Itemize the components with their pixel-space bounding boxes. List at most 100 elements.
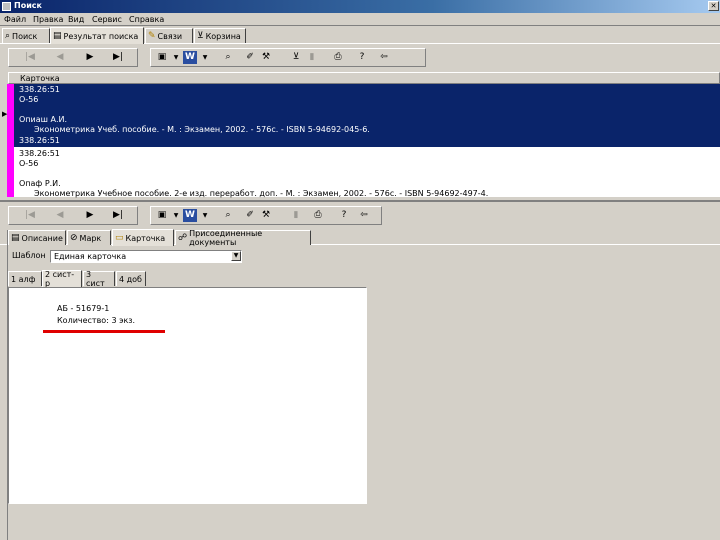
prev-record-icon[interactable]: ◀: [53, 209, 67, 222]
tab-card-label: Карточка: [125, 233, 166, 243]
find-icon[interactable]: ⌕: [221, 209, 235, 222]
tab-add-label: 4 доб: [119, 274, 142, 284]
help-icon[interactable]: ?: [337, 209, 351, 222]
menu-help[interactable]: Справка: [129, 15, 164, 24]
tools-icon[interactable]: ⚒: [259, 51, 273, 64]
tab-sys-r-label: 2 сист-р: [45, 270, 75, 288]
print-icon[interactable]: ⎙: [331, 51, 345, 64]
exit-icon[interactable]: ⇦: [357, 209, 371, 222]
dropdown-arrow-icon[interactable]: ▼: [169, 209, 183, 222]
document-icon: ▤: [53, 31, 62, 41]
print-icon[interactable]: ⎙: [311, 209, 325, 222]
tab-links[interactable]: ✎ Связи: [145, 28, 193, 43]
menu-edit[interactable]: Правка: [33, 15, 63, 24]
chevron-down-icon[interactable]: ▼: [231, 251, 241, 261]
current-row-indicator-icon: ▶: [2, 110, 8, 118]
delete-icon[interactable]: ▮: [289, 209, 303, 222]
circle-icon: ⊘: [70, 233, 78, 243]
tab-search-label: Поиск: [12, 31, 38, 41]
tab-search[interactable]: ⌕ Поиск: [2, 28, 50, 43]
tab-alph-label: 1 алф: [11, 274, 36, 284]
prev-record-icon[interactable]: ◀: [53, 51, 67, 64]
tab-sys-label: 3 сист: [86, 270, 105, 288]
first-record-icon[interactable]: |◀: [23, 51, 37, 64]
first-record-icon[interactable]: |◀: [23, 209, 37, 222]
record-line: Опиаш А.И.: [19, 115, 68, 124]
row-marker: [7, 84, 14, 147]
last-record-icon[interactable]: ▶|: [111, 51, 125, 64]
cart-icon: ⊻: [197, 31, 204, 41]
tab-add[interactable]: 4 доб: [116, 271, 146, 286]
tab-attachments[interactable]: ☍ Присоединенные документы: [175, 229, 311, 247]
card-line-2: Количество: 3 экз.: [57, 316, 136, 325]
save-icon[interactable]: ▣: [155, 209, 169, 222]
next-record-icon[interactable]: ▶: [83, 51, 97, 64]
tools-group: ▣ ▼ W ▼ ⌕ ✐ ⚒ ▮ ⎙ ? ⇦: [150, 206, 382, 225]
tab-description[interactable]: ▤ Описание: [8, 230, 66, 245]
tab-attachments-label: Присоединенные документы: [189, 229, 263, 247]
folder-icon: ▭: [115, 233, 124, 243]
pin-icon[interactable]: ✐: [243, 51, 257, 64]
tools-group: ▣ ▼ W ▼ ⌕ ✐ ⚒ ⊻ ▮ ⎙ ? ⇦: [150, 48, 426, 67]
tools-icon[interactable]: ⚒: [259, 209, 273, 222]
help-icon[interactable]: ?: [355, 51, 369, 64]
main-tab-row: ⌕ Поиск ▤ Результат поиска ✎ Связи ⊻ Кор…: [0, 27, 720, 44]
delete-icon[interactable]: ▮: [305, 51, 319, 64]
detail-toolbar: |◀ ◀ ▶ ▶| ▣ ▼ W ▼ ⌕ ✐ ⚒ ▮ ⎙ ? ⇦: [0, 205, 720, 227]
tab-cart[interactable]: ⊻ Корзина: [194, 28, 246, 43]
tab-marc[interactable]: ⊘ Марк: [67, 230, 111, 245]
tab-card[interactable]: ▭ Карточка: [112, 229, 174, 246]
doc-icon: ▤: [11, 233, 20, 243]
word-icon[interactable]: W: [183, 209, 197, 222]
find-icon[interactable]: ⌕: [221, 51, 235, 64]
menu-file[interactable]: Файл: [4, 15, 26, 24]
dropdown-arrow-icon[interactable]: ▼: [198, 209, 212, 222]
record-line: О-56: [19, 159, 39, 168]
card-line-1: АБ - 51679-1: [57, 304, 110, 313]
template-select[interactable]: Единая карточка ▼: [50, 250, 242, 263]
dropdown-arrow-icon[interactable]: ▼: [198, 51, 212, 64]
menu-view[interactable]: Вид: [68, 15, 84, 24]
detail-tab-row: ▤ Описание ⊘ Марк ▭ Карточка ☍ Присоедин…: [0, 229, 720, 247]
record-line: Эконометрика Учебное пособие. 2-е изд. п…: [34, 189, 489, 198]
cart-add-icon[interactable]: ⊻: [289, 51, 303, 64]
close-button[interactable]: ✕: [708, 1, 719, 11]
tab-results-label: Результат поиска: [63, 31, 139, 41]
word-icon[interactable]: W: [183, 51, 197, 64]
exit-icon[interactable]: ⇦: [377, 51, 391, 64]
nav-group: |◀ ◀ ▶ ▶|: [8, 206, 138, 225]
last-record-icon[interactable]: ▶|: [111, 209, 125, 222]
record-line: 338.26:51: [19, 85, 60, 94]
red-underline: [43, 330, 165, 333]
pencil-icon: ✎: [148, 31, 156, 41]
table-row[interactable]: 338.26:51 О-56 Опаф Р.И. Эконометрика Уч…: [8, 147, 720, 198]
record-line: Опаф Р.И.: [19, 179, 61, 188]
next-record-icon[interactable]: ▶: [83, 209, 97, 222]
binoculars-icon: ⌕: [5, 31, 11, 41]
row-marker: [7, 147, 14, 197]
window-title: Поиск: [14, 1, 42, 10]
pin-icon[interactable]: ✐: [243, 209, 257, 222]
record-line: 338.26:51: [19, 149, 60, 158]
card-tab-row: 1 алф 2 сист-р 3 сист 4 доб: [0, 270, 720, 288]
save-icon[interactable]: ▣: [155, 51, 169, 64]
tab-links-label: Связи: [157, 31, 183, 41]
tab-marc-label: Марк: [79, 233, 102, 243]
table-row[interactable]: 338.26:51 О-56 Опиаш А.И. Эконометрика У…: [8, 84, 720, 147]
nav-group: |◀ ◀ ▶ ▶|: [8, 48, 138, 67]
menu-bar: Файл Правка Вид Сервис Справка: [0, 13, 720, 26]
tab-alph[interactable]: 1 алф: [8, 271, 42, 286]
record-line: 338.26:51: [19, 136, 60, 145]
dropdown-arrow-icon[interactable]: ▼: [169, 51, 183, 64]
record-line: Эконометрика Учеб. пособие. - М. : Экзам…: [34, 125, 370, 134]
card-panel: АБ - 51679-1 Количество: 3 экз.: [8, 287, 367, 504]
left-splitter[interactable]: [0, 230, 8, 540]
tab-sys-r[interactable]: 2 сист-р: [42, 270, 82, 288]
menu-service[interactable]: Сервис: [92, 15, 122, 24]
results-toolbar: |◀ ◀ ▶ ▶| ▣ ▼ W ▼ ⌕ ✐ ⚒ ⊻ ▮ ⎙ ? ⇦: [0, 47, 720, 69]
app-icon: [2, 2, 11, 11]
template-value: Единая карточка: [54, 252, 127, 261]
title-bar: Поиск ✕: [0, 0, 720, 13]
tab-results[interactable]: ▤ Результат поиска: [50, 27, 144, 44]
tab-sys[interactable]: 3 сист: [83, 270, 115, 288]
